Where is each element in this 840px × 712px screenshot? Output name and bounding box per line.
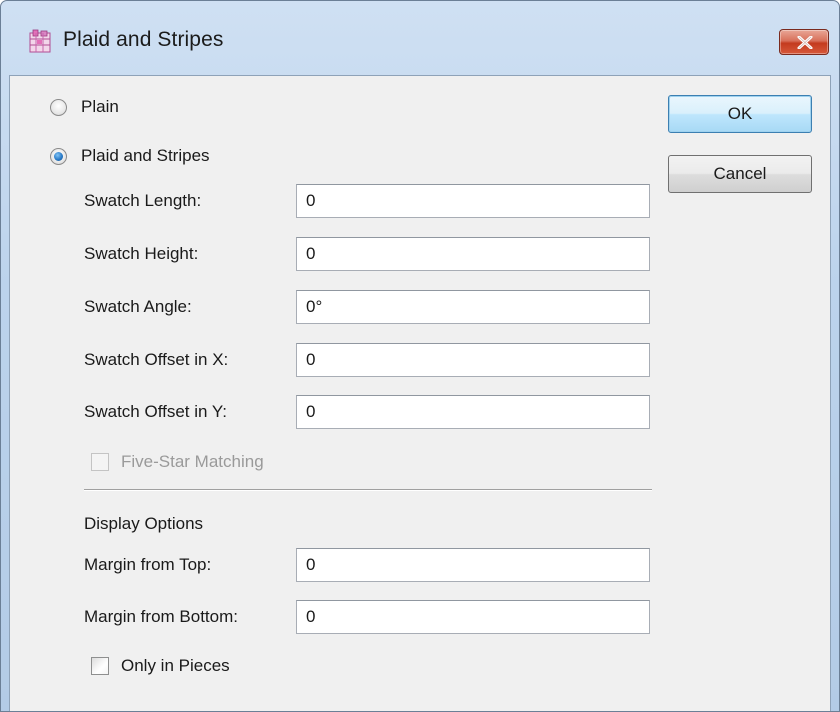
margin-top-input[interactable] [296,548,650,582]
close-x-icon [797,36,813,49]
display-options-heading: Display Options [84,514,204,533]
margin-bottom-label: Margin from Bottom: [84,607,238,626]
cancel-button-label: Cancel [713,164,767,183]
five-star-matching-option: Five-Star Matching [91,452,264,472]
plain-label: Plain [81,97,119,116]
swatch-offset-y-input[interactable] [296,395,650,429]
swatch-length-label: Swatch Length: [84,191,202,210]
dialog-client-area: Plain Plaid and Stripes Swatch Length: S… [9,75,831,711]
plaid-stripes-dialog: Plaid and Stripes Plain Plaid and Stripe… [0,0,840,712]
five-star-matching-label: Five-Star Matching [121,452,264,471]
swatch-height-label: Swatch Height: [84,244,199,263]
plaid-stripes-option[interactable]: Plaid and Stripes [50,146,210,166]
title-bar[interactable]: Plaid and Stripes [1,1,839,75]
only-in-pieces-label: Only in Pieces [121,656,230,675]
five-star-matching-checkbox [91,453,109,471]
plaid-stripes-radio[interactable] [50,147,67,165]
swatch-offset-y-label: Swatch Offset in Y: [84,402,228,421]
ok-button[interactable]: OK [668,95,812,133]
only-in-pieces-option[interactable]: Only in Pieces [91,656,230,676]
window-title: Plaid and Stripes [63,28,224,51]
swatch-height-input[interactable] [296,237,650,271]
cancel-button[interactable]: Cancel [668,155,812,193]
margin-bottom-input[interactable] [296,600,650,634]
swatch-angle-label: Swatch Angle: [84,297,192,316]
plain-radio[interactable] [50,98,67,116]
plaid-stripes-label: Plaid and Stripes [81,146,210,165]
margin-top-label: Margin from Top: [84,555,212,574]
plain-option[interactable]: Plain [50,97,119,117]
close-button[interactable] [779,29,829,55]
ok-button-label: OK [727,104,753,123]
plaid-app-icon [29,29,51,53]
swatch-length-input[interactable] [296,184,650,218]
section-divider [84,489,652,491]
swatch-angle-input[interactable] [296,290,650,324]
only-in-pieces-checkbox[interactable] [91,657,109,675]
swatch-offset-x-label: Swatch Offset in X: [84,350,229,369]
swatch-offset-x-input[interactable] [296,343,650,377]
